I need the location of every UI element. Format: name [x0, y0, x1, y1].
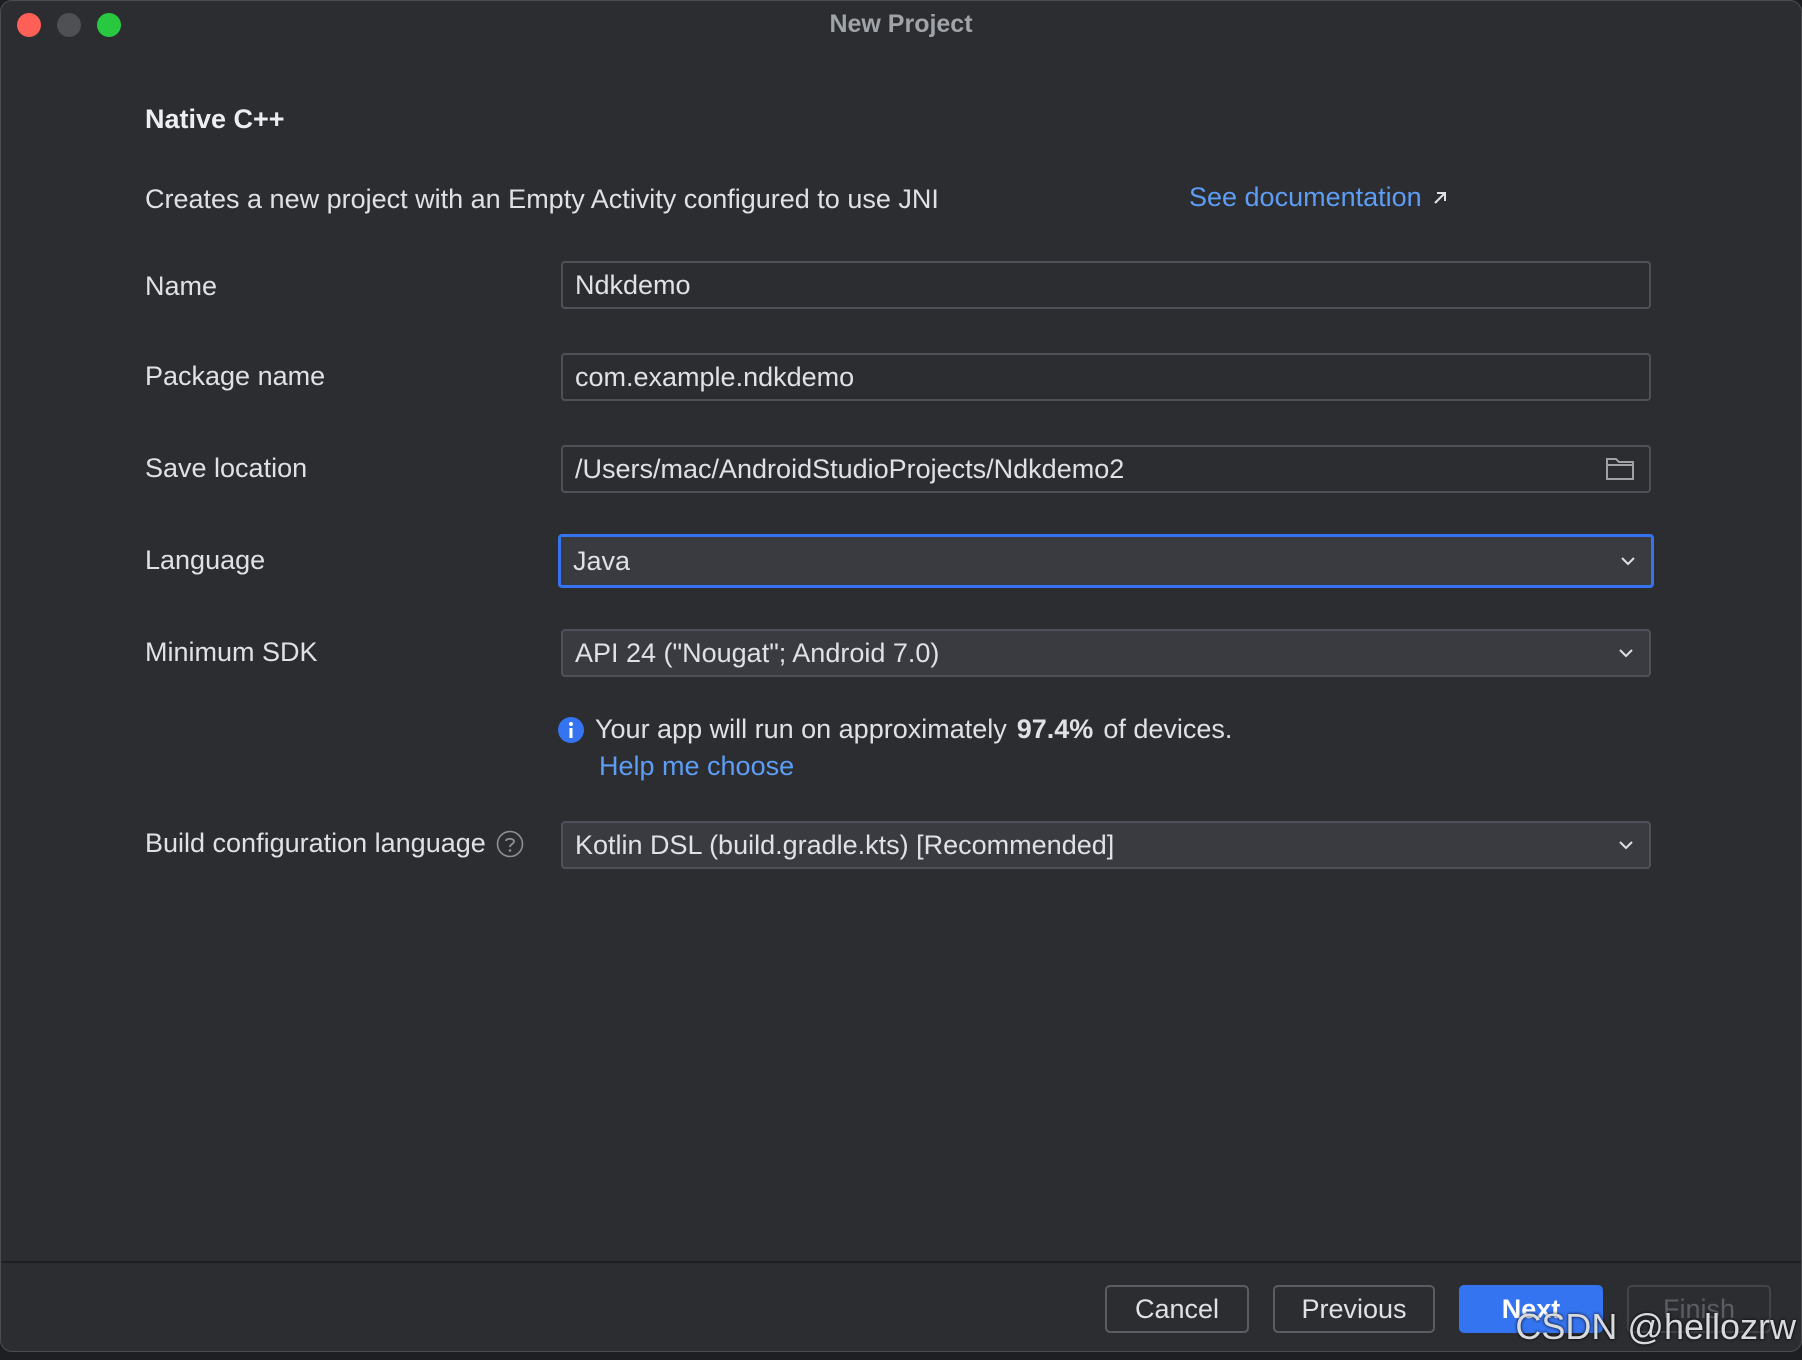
template-name: Native C++	[145, 104, 285, 134]
save-location-label: Save location	[145, 453, 308, 483]
sdk-coverage-prefix: Your app will run on approximately	[595, 714, 1007, 744]
question-mark-icon[interactable]	[496, 830, 524, 858]
see-documentation-label: See documentation	[1189, 182, 1422, 212]
previous-button[interactable]: Previous	[1273, 1285, 1435, 1333]
see-documentation-link[interactable]: See documentation	[1189, 182, 1450, 213]
chevron-down-icon	[1619, 841, 1633, 850]
title-bar: New Project	[1, 1, 1801, 47]
folder-icon[interactable]	[1605, 455, 1635, 481]
new-project-dialog: New Project Native C++ Creates a new pro…	[0, 0, 1802, 1352]
external-link-icon	[1433, 191, 1446, 204]
build-config-select[interactable]: Kotlin DSL (build.gradle.kts) [Recommend…	[561, 821, 1651, 869]
package-name-label: Package name	[145, 361, 326, 391]
info-icon	[558, 716, 584, 743]
build-config-label-text: Build configuration language	[145, 828, 486, 858]
sdk-coverage-suffix: of devices.	[1103, 714, 1233, 744]
template-description: Creates a new project with an Empty Acti…	[145, 184, 939, 214]
name-input[interactable]	[561, 261, 1651, 309]
footer-divider	[1, 1261, 1801, 1263]
minimum-sdk-label: Minimum SDK	[145, 637, 318, 667]
language-label: Language	[145, 545, 266, 575]
chevron-down-icon	[1621, 557, 1635, 566]
watermark: CSDN @hellozrw	[1515, 1306, 1796, 1347]
minimum-sdk-value: API 24 ("Nougat"; Android 7.0)	[575, 637, 940, 668]
language-value: Java	[573, 545, 631, 576]
cancel-button[interactable]: Cancel	[1105, 1285, 1249, 1333]
background-terminal-strip	[0, 1352, 1802, 1360]
package-name-input[interactable]	[561, 353, 1651, 401]
window-title: New Project	[829, 10, 973, 38]
save-location-input[interactable]	[561, 445, 1651, 493]
name-label: Name	[145, 271, 218, 301]
sdk-coverage-percent: 97.4%	[1016, 714, 1094, 744]
chevron-down-icon	[1619, 649, 1633, 658]
build-config-label: Build configuration language	[145, 828, 524, 859]
minimum-sdk-select[interactable]: API 24 ("Nougat"; Android 7.0)	[561, 629, 1651, 677]
language-select[interactable]: Java	[558, 534, 1654, 588]
sdk-coverage-info: Your app will run on approximately 97.4%…	[557, 714, 1232, 745]
help-me-choose-link[interactable]: Help me choose	[599, 751, 794, 782]
build-config-value: Kotlin DSL (build.gradle.kts) [Recommend…	[575, 829, 1115, 860]
